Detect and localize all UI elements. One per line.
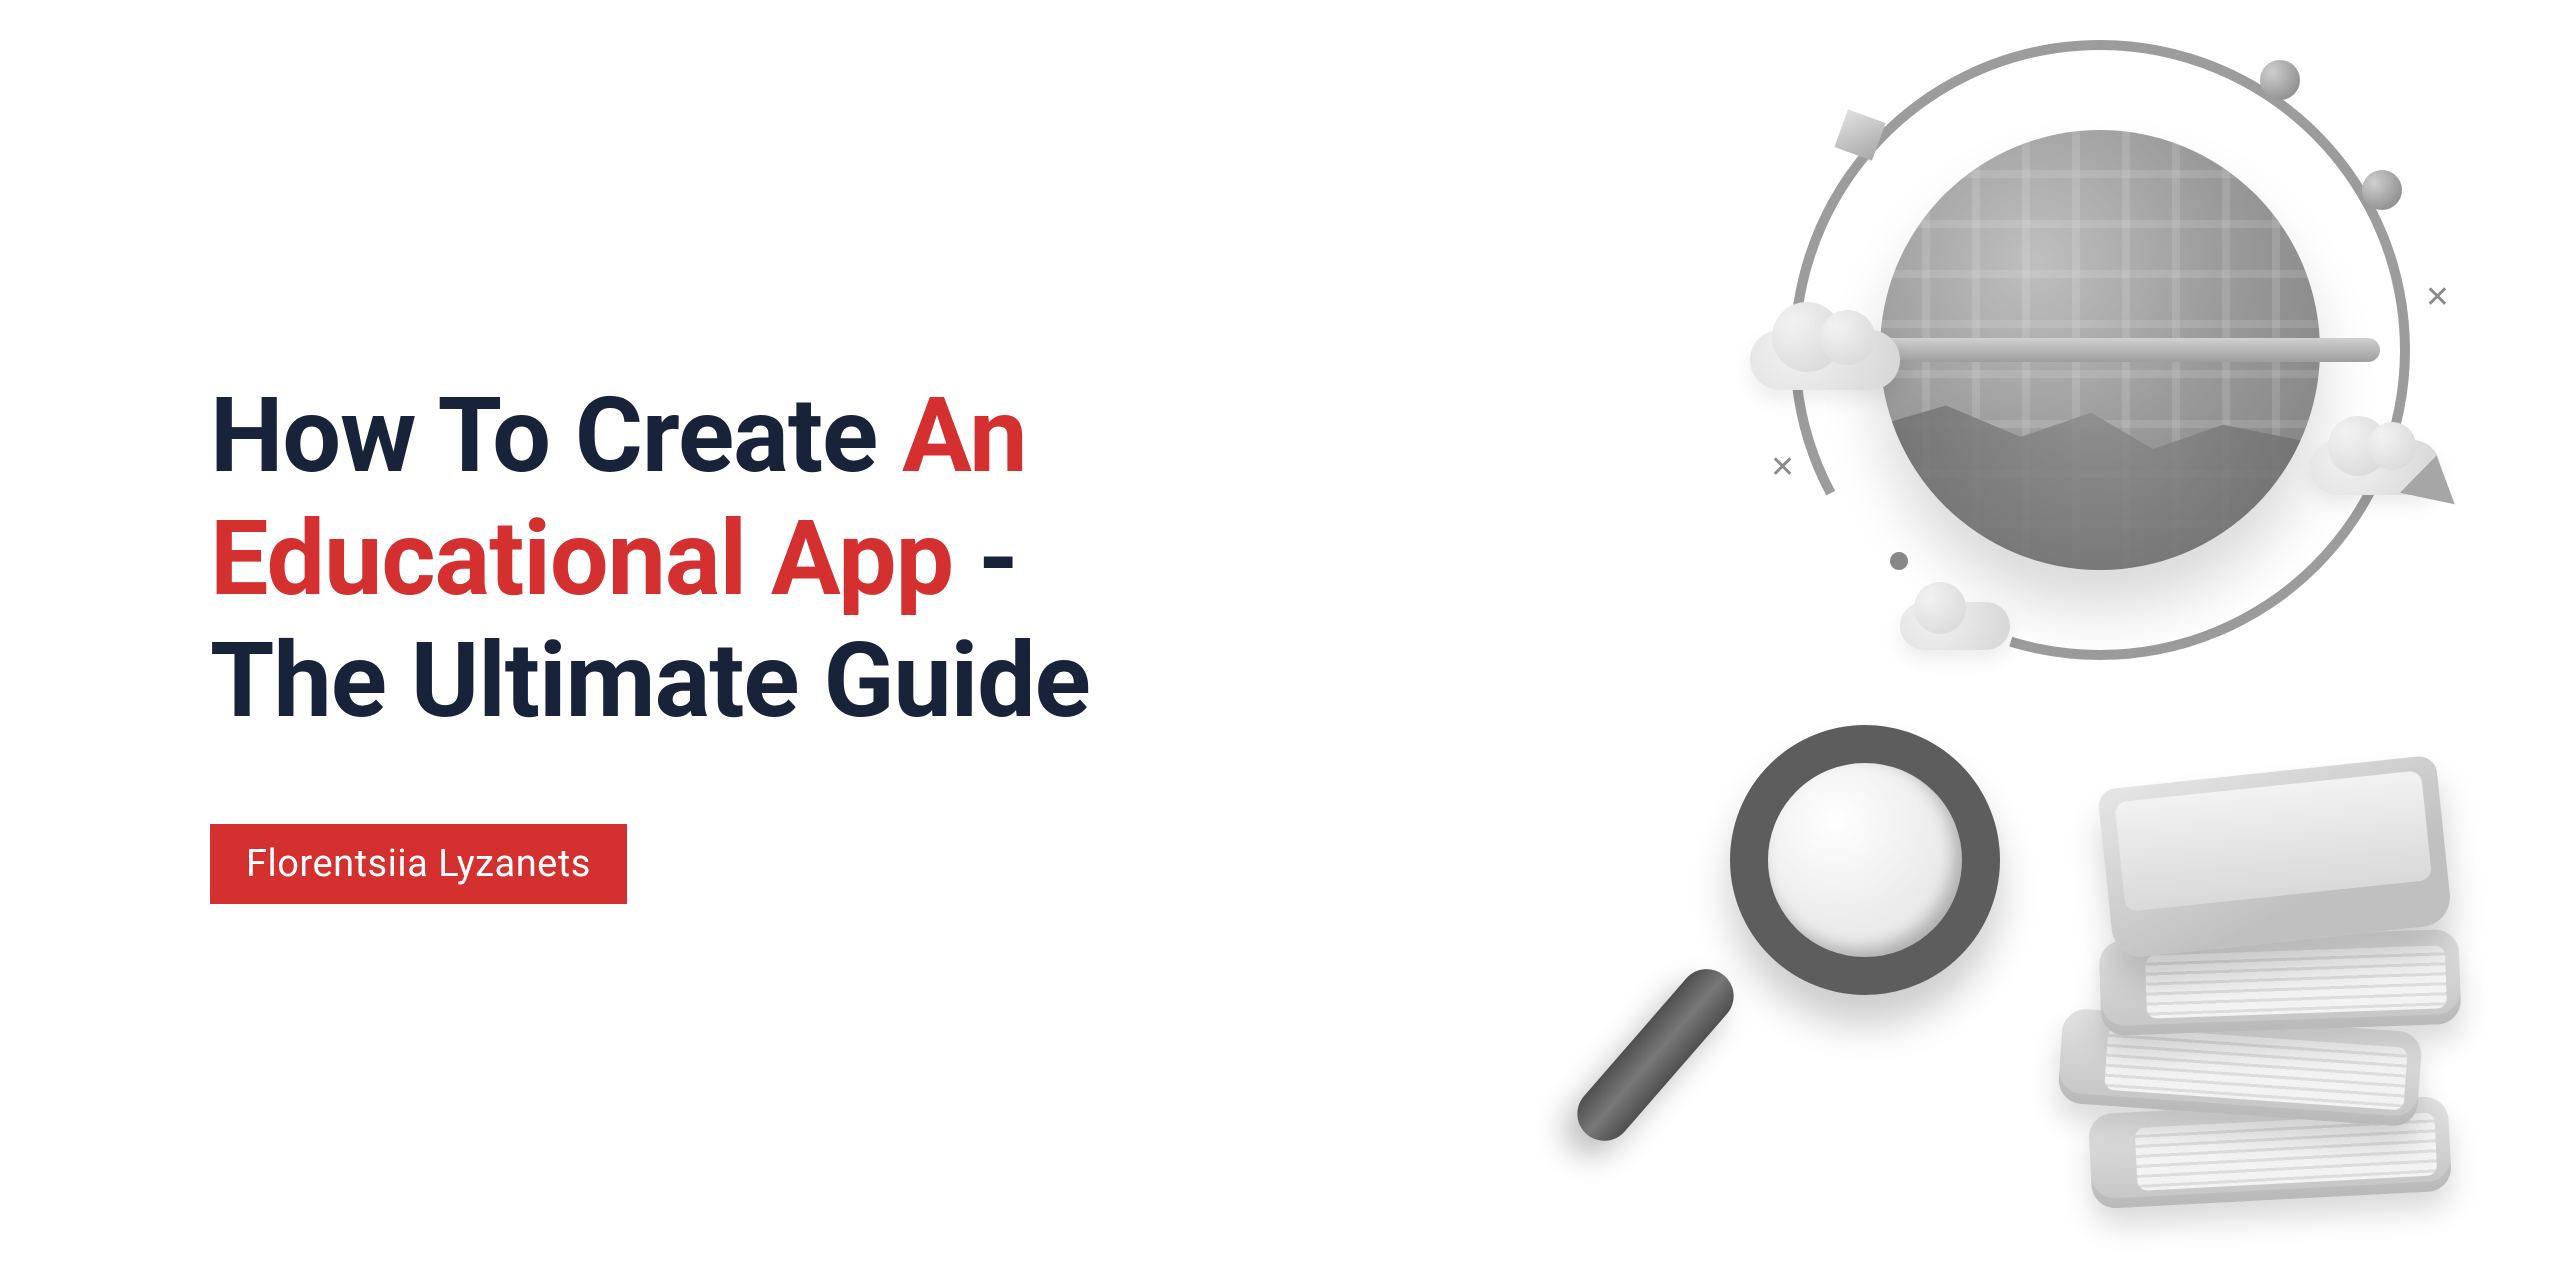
title-part-2-suffix: -	[953, 499, 1018, 620]
sparkle-icon: ✕	[1770, 450, 1795, 485]
title-part-1-accent: An	[902, 376, 1027, 497]
magnifier-icon	[1670, 725, 2000, 1180]
cloud-icon	[1750, 330, 1900, 390]
illustration-column: ✕ ✕	[1485, 0, 2560, 1280]
orbit-planet	[2362, 170, 2402, 210]
magnifier-handle	[1566, 958, 1745, 1152]
author-badge: Florentsiia Lyzanets	[210, 824, 627, 904]
sparkle-icon: ✕	[2425, 280, 2450, 315]
book-item-top	[2097, 755, 2453, 960]
triangle-icon	[2400, 450, 2464, 505]
page-title: How To Create An Educational App - The U…	[210, 376, 1445, 744]
cloud-icon	[1900, 602, 2010, 650]
dot-icon	[1890, 552, 1908, 570]
orbit-planet	[2260, 60, 2300, 100]
text-column: How To Create An Educational App - The U…	[0, 376, 1485, 904]
magnifier-lens	[1730, 725, 2000, 995]
title-part-2-accent: Educational App	[210, 499, 953, 620]
globe-icon: ✕ ✕	[1780, 30, 2420, 670]
title-part-3: The Ultimate Guide	[210, 621, 1090, 742]
books-icon	[2040, 780, 2470, 1200]
hero-banner: How To Create An Educational App - The U…	[0, 0, 2560, 1280]
title-part-1-prefix: How To Create	[210, 376, 902, 497]
